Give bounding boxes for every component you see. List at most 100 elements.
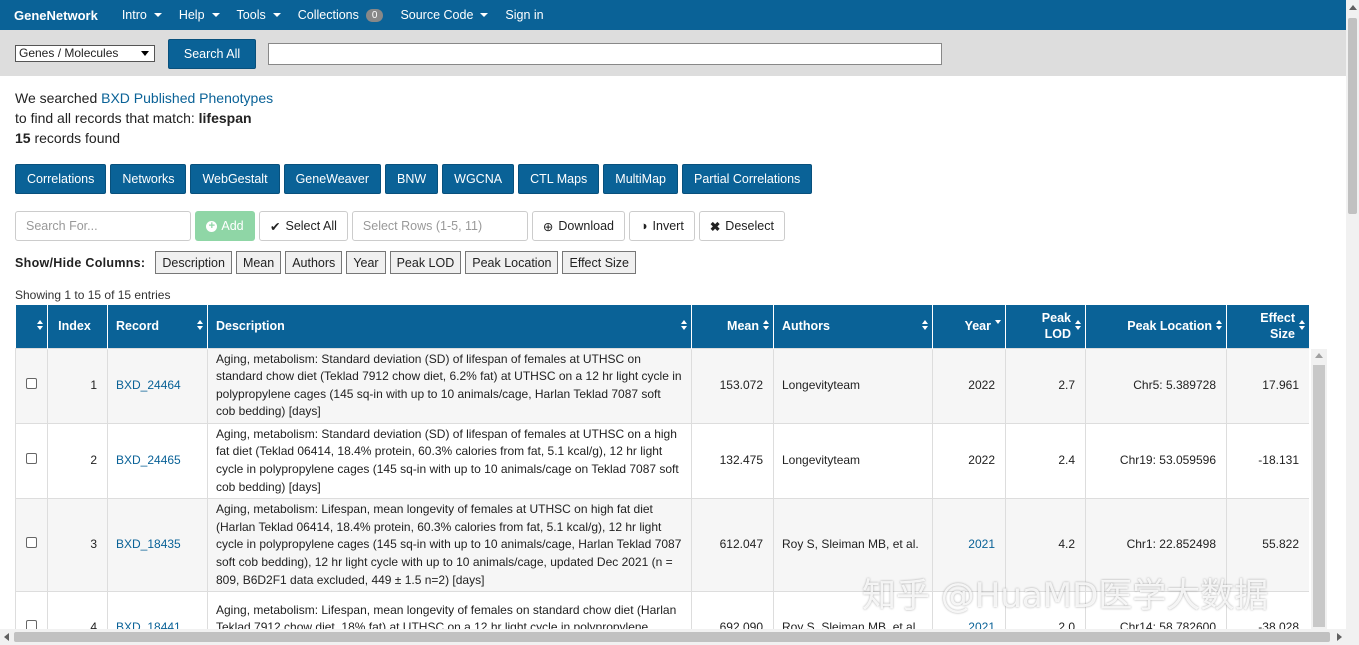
record-column-header[interactable]: Record (107, 305, 208, 348)
row-select-cell (15, 591, 48, 629)
brand-logo[interactable]: GeneNetwork (14, 8, 98, 23)
effect-size-cell: 55.822 (1226, 498, 1309, 593)
description-cell: Aging, metabolism: Lifespan, mean longev… (207, 498, 692, 593)
scrollbar-thumb[interactable] (1313, 365, 1325, 627)
select-all-button[interactable]: ✔ Select All (259, 211, 348, 241)
effect-size-column-header[interactable]: Effect Size (1226, 305, 1309, 348)
table-vertical-scrollbar[interactable] (1311, 349, 1327, 629)
year-cell: 2022 (932, 347, 1006, 424)
peak-lod-cell: 2.0 (1005, 591, 1086, 629)
year-cell: 2021 (932, 591, 1006, 629)
add-button[interactable]: + Add (195, 211, 255, 241)
webgestalt-button[interactable]: WebGestalt (190, 164, 280, 194)
invert-button[interactable]: ◑ Invert (628, 211, 695, 241)
toggle-mean-column[interactable]: Mean (235, 251, 282, 274)
table-row: 1 BXD_24464 Aging, metabolism: Standard … (15, 347, 1309, 424)
geneweaver-button[interactable]: GeneWeaver (283, 164, 381, 194)
multimap-button[interactable]: MultiMap (603, 164, 678, 194)
authors-cell: Longevityteam (773, 347, 933, 424)
correlations-button[interactable]: Correlations (15, 164, 107, 194)
entries-info: Showing 1 to 15 of 15 entries (15, 288, 171, 302)
description-cell: Aging, metabolism: Standard deviation (S… (207, 347, 692, 424)
effect-size-cell: 17.961 (1226, 347, 1309, 424)
nav-source-code[interactable]: Source Code (400, 8, 489, 22)
authors-column-header[interactable]: Authors (773, 305, 933, 348)
year-link[interactable]: 2021 (968, 620, 995, 629)
record-link[interactable]: BXD_24464 (116, 378, 181, 392)
page-horizontal-scrollbar[interactable] (0, 629, 1346, 645)
nav-tools[interactable]: Tools (237, 8, 281, 22)
search-term-input[interactable] (268, 43, 942, 65)
row-select-cell (15, 347, 48, 424)
bnw-button[interactable]: BNW (384, 164, 439, 194)
peak-location-column-header[interactable]: Peak Location (1085, 305, 1227, 348)
description-column-header[interactable]: Description (207, 305, 692, 348)
scroll-right-arrow-icon[interactable] (1337, 633, 1342, 641)
select-rows-input[interactable]: Select Rows (1-5, 11) (351, 211, 528, 241)
mean-column-header[interactable]: Mean (691, 305, 774, 348)
record-cell: BXD_24465 (107, 422, 208, 500)
page-vertical-scrollbar[interactable] (1346, 0, 1359, 645)
record-count: 15 (15, 130, 31, 146)
row-checkbox[interactable] (26, 537, 37, 549)
table-row: 3 BXD_18435 Aging, metabolism: Lifespan,… (15, 498, 1309, 593)
download-button[interactable]: ⊕ Download (531, 211, 625, 241)
search-bar: Genes / Molecules Search All (0, 30, 1346, 76)
record-cell: BXD_18441 (107, 591, 208, 629)
record-link[interactable]: BXD_18435 (116, 537, 181, 551)
peak-location-cell: Chr14: 58.782600 (1085, 591, 1227, 629)
year-link[interactable]: 2021 (968, 537, 995, 551)
ctl-maps-button[interactable]: CTL Maps (518, 164, 600, 194)
sort-icon (1075, 320, 1081, 330)
mean-cell: 153.072 (691, 347, 774, 424)
authors-cell: Roy S, Sleiman MB, et al. (773, 591, 933, 629)
scrollbar-thumb[interactable] (1348, 18, 1357, 214)
sort-icon (1299, 320, 1305, 330)
row-checkbox[interactable] (26, 620, 37, 629)
index-column-header[interactable]: Index (47, 305, 108, 348)
networks-button[interactable]: Networks (110, 164, 187, 194)
peak-location-cell: Chr1: 22.852498 (1085, 498, 1227, 593)
checkmark-icon: ✔ (270, 219, 281, 234)
description-cell: Aging, metabolism: Standard deviation (S… (207, 422, 692, 500)
year-column-header[interactable]: Year (932, 305, 1006, 348)
toggle-year-column[interactable]: Year (346, 251, 386, 274)
search-all-button[interactable]: Search All (168, 39, 256, 69)
toggle-authors-column[interactable]: Authors (285, 251, 343, 274)
nav-help[interactable]: Help (179, 8, 220, 22)
partial-correlations-button[interactable]: Partial Correlations (682, 164, 813, 194)
dropdown-arrow-icon (141, 51, 149, 56)
search-for-input[interactable]: Search For... (15, 211, 191, 241)
scrollbar-thumb[interactable] (14, 632, 1330, 642)
scroll-up-arrow-icon[interactable] (1315, 353, 1323, 358)
wgcna-button[interactable]: WGCNA (442, 164, 515, 194)
peak-location-cell: Chr19: 53.059596 (1085, 422, 1227, 500)
nav-sign-in[interactable]: Sign in (505, 8, 543, 22)
select-column-header[interactable] (15, 305, 48, 348)
scroll-left-arrow-icon[interactable] (4, 633, 9, 641)
record-link[interactable]: BXD_18441 (116, 620, 181, 629)
toggle-peak-lod-column[interactable]: Peak LOD (389, 251, 462, 274)
description-cell: Aging, metabolism: Lifespan, mean longev… (207, 591, 692, 629)
nav-intro[interactable]: Intro (122, 8, 162, 22)
dataset-link[interactable]: BXD Published Phenotypes (101, 90, 273, 106)
toggle-description-column[interactable]: Description (155, 251, 232, 274)
toggle-peak-location-column[interactable]: Peak Location (465, 251, 559, 274)
authors-cell: Longevityteam (773, 422, 933, 500)
nav-collections[interactable]: Collections 0 (298, 8, 384, 22)
scroll-up-arrow-icon[interactable] (1349, 5, 1357, 10)
index-cell: 1 (47, 347, 108, 424)
peak-lod-cell: 4.2 (1005, 498, 1086, 593)
row-checkbox[interactable] (26, 453, 37, 465)
row-checkbox[interactable] (26, 377, 37, 389)
deselect-button[interactable]: ✖ Deselect (698, 211, 785, 241)
record-link[interactable]: BXD_24465 (116, 453, 181, 467)
sort-icon (922, 320, 928, 330)
table-row: 4 BXD_18441 Aging, metabolism: Lifespan,… (15, 591, 1309, 629)
toggle-effect-size-column[interactable]: Effect Size (562, 251, 637, 274)
sort-icon (763, 320, 769, 330)
peak-lod-column-header[interactable]: Peak LOD (1005, 305, 1086, 348)
caret-down-icon (272, 13, 281, 17)
search-type-select[interactable]: Genes / Molecules (15, 45, 155, 62)
collections-count-badge: 0 (365, 8, 384, 22)
